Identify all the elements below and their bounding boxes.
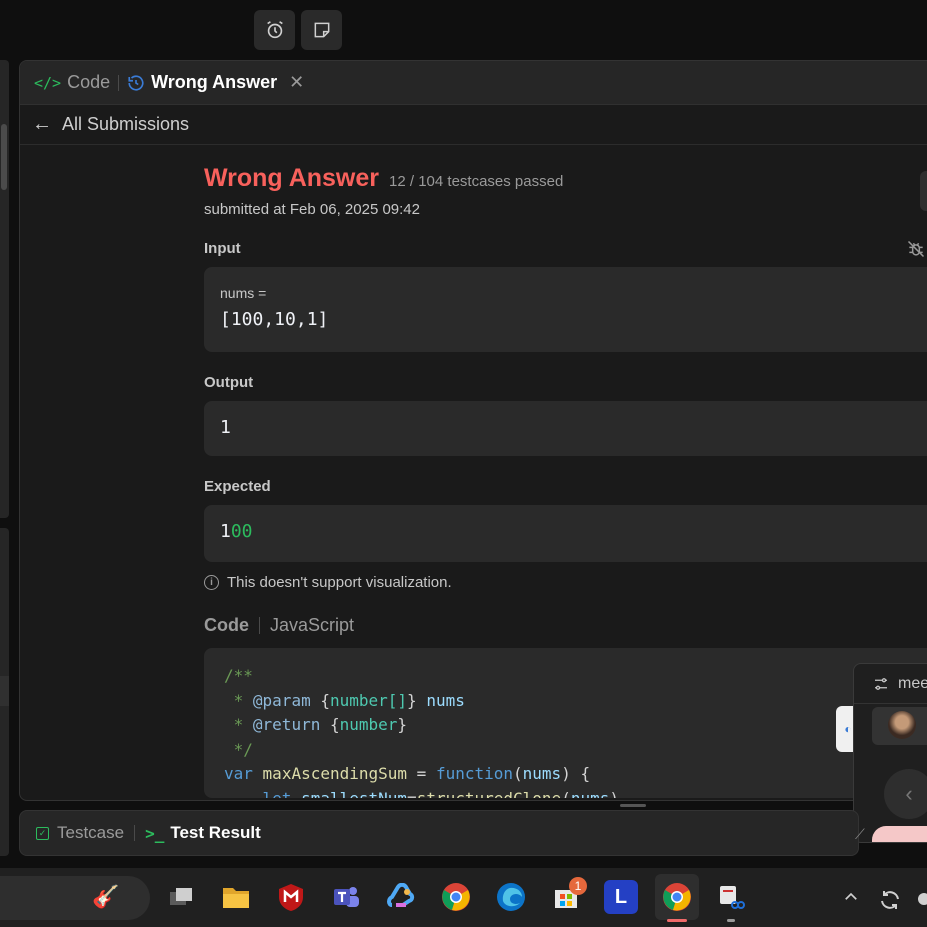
teams-icon[interactable] — [329, 880, 363, 914]
chevron-up-icon[interactable] — [842, 888, 860, 911]
code-line: var maxAscendingSum = function(nums) { — [224, 764, 591, 783]
participant-tile[interactable] — [872, 707, 927, 745]
cloud-icon[interactable] — [918, 893, 927, 905]
tab-code-label: Code — [67, 72, 111, 92]
tab-wrong-answer-label: Wrong Answer — [151, 72, 278, 92]
code-line: let smallestNum=structuredClone(nums) — [262, 788, 619, 799]
top-toolbar — [254, 10, 342, 50]
copilot-icon[interactable] — [384, 880, 418, 914]
code-language: JavaScript — [270, 615, 355, 635]
chrome-profile-icon[interactable] — [655, 874, 699, 920]
result-status: Wrong Answer — [204, 164, 380, 192]
left-scrollbar[interactable] — [1, 124, 7, 190]
code-header-separator — [259, 617, 260, 634]
tab-testcase-label: Testcase — [57, 823, 125, 842]
mcafee-icon[interactable] — [274, 880, 308, 914]
code-line: * @param {number[]} nums — [224, 690, 465, 710]
panel-resize-handle[interactable] — [620, 804, 646, 807]
expected-label: Expected — [204, 478, 271, 495]
input-value: [100,10,1] — [220, 309, 329, 330]
alarm-clock-icon — [266, 21, 283, 39]
code-line: * @return {number} — [224, 715, 408, 734]
visualization-note-text: This doesn't support visualization. — [227, 574, 452, 591]
terminal-prompt-icon: >_ — [145, 823, 165, 843]
tab-separator — [118, 74, 120, 91]
guitar-icon: 🎸 — [92, 884, 120, 909]
sticky-note-icon — [314, 22, 329, 38]
back-bar: ← All Submissions — [20, 105, 927, 145]
code-brackets-icon: </> — [34, 73, 62, 92]
console-tabs: ✓ Testcase >_ Test Result — [19, 810, 859, 856]
input-label: Input — [204, 240, 241, 257]
submitted-time: submitted at Feb 06, 2025 09:42 — [204, 201, 420, 218]
task-view-icon[interactable] — [164, 880, 198, 914]
tab-wrong-answer[interactable]: Wrong Answer ✕ — [127, 72, 304, 93]
file-explorer-icon[interactable] — [219, 880, 253, 914]
tab-test-result[interactable]: >_ Test Result — [145, 823, 261, 843]
close-icon[interactable]: ✕ — [289, 72, 304, 93]
output-label: Output — [204, 374, 254, 391]
chrome-icon[interactable] — [439, 880, 473, 914]
resize-corner-icon[interactable]: ⟋ — [855, 826, 865, 843]
code-header: Code JavaScript — [204, 615, 927, 636]
checkbox-icon: ✓ — [36, 826, 49, 840]
meet-action-pill[interactable] — [872, 826, 927, 842]
info-icon: i — [204, 575, 219, 590]
input-box[interactable]: nums = [100,10,1] — [204, 267, 927, 352]
sliders-icon[interactable] — [872, 675, 890, 693]
snipping-tool-icon[interactable] — [714, 880, 748, 914]
console-tab-separator — [134, 825, 136, 841]
expected-value-match: 1 — [220, 521, 231, 542]
edge-icon[interactable] — [494, 880, 528, 914]
widgets-button[interactable]: 🎸 — [0, 876, 150, 920]
alarm-button[interactable] — [254, 10, 295, 50]
left-panel-edge-lower — [0, 528, 9, 856]
meet-label: mee — [898, 674, 927, 692]
visualization-note: i This doesn't support visualization. — [204, 574, 927, 591]
avatar — [888, 711, 916, 739]
code-line: /** — [224, 666, 253, 685]
expected-box[interactable]: 100 — [204, 505, 927, 562]
screen: </> Code Wrong Answer ✕ ← All Submission… — [0, 0, 927, 927]
expected-value: 100 — [220, 521, 927, 542]
result-content: Wrong Answer 12 / 104 testcases passed s… — [204, 164, 927, 798]
tab-code[interactable]: </> Code — [34, 72, 110, 93]
expected-value-diff: 00 — [230, 521, 253, 542]
left-row-highlight — [0, 676, 9, 706]
meet-header: mee — [854, 664, 927, 704]
taskbar: 🎸 L — [0, 868, 927, 927]
l-app-letter: L — [614, 885, 628, 908]
all-submissions-link[interactable]: All Submissions — [62, 114, 189, 135]
history-icon — [128, 74, 144, 91]
note-button[interactable] — [301, 10, 342, 50]
output-box[interactable]: 1 — [204, 401, 927, 456]
left-panel-edge — [0, 60, 9, 518]
tab-testcase[interactable]: ✓ Testcase — [36, 823, 124, 843]
input-var-name: nums = — [220, 285, 267, 301]
running-app-indicator — [727, 919, 735, 922]
code-viewer[interactable]: /** * @param {number[]} nums * @return {… — [204, 648, 927, 798]
meet-widget: mee ‹ — [853, 663, 927, 843]
tab-test-result-label: Test Result — [170, 823, 261, 842]
result-header: Wrong Answer 12 / 104 testcases passed — [204, 164, 927, 193]
l-app-icon[interactable]: L — [604, 880, 638, 914]
code-line: */ — [224, 739, 253, 759]
tab-bar: </> Code Wrong Answer ✕ — [20, 61, 927, 105]
testcase-count: 12 / 104 testcases passed — [389, 173, 564, 190]
arrow-left-icon[interactable]: ← — [32, 113, 52, 136]
sync-icon[interactable] — [878, 888, 902, 917]
active-app-indicator — [667, 919, 687, 922]
chevron-left-icon[interactable]: ‹ — [884, 769, 927, 819]
output-value: 1 — [220, 417, 231, 438]
store-badge: 1 — [569, 877, 587, 895]
code-label: Code — [204, 615, 249, 635]
